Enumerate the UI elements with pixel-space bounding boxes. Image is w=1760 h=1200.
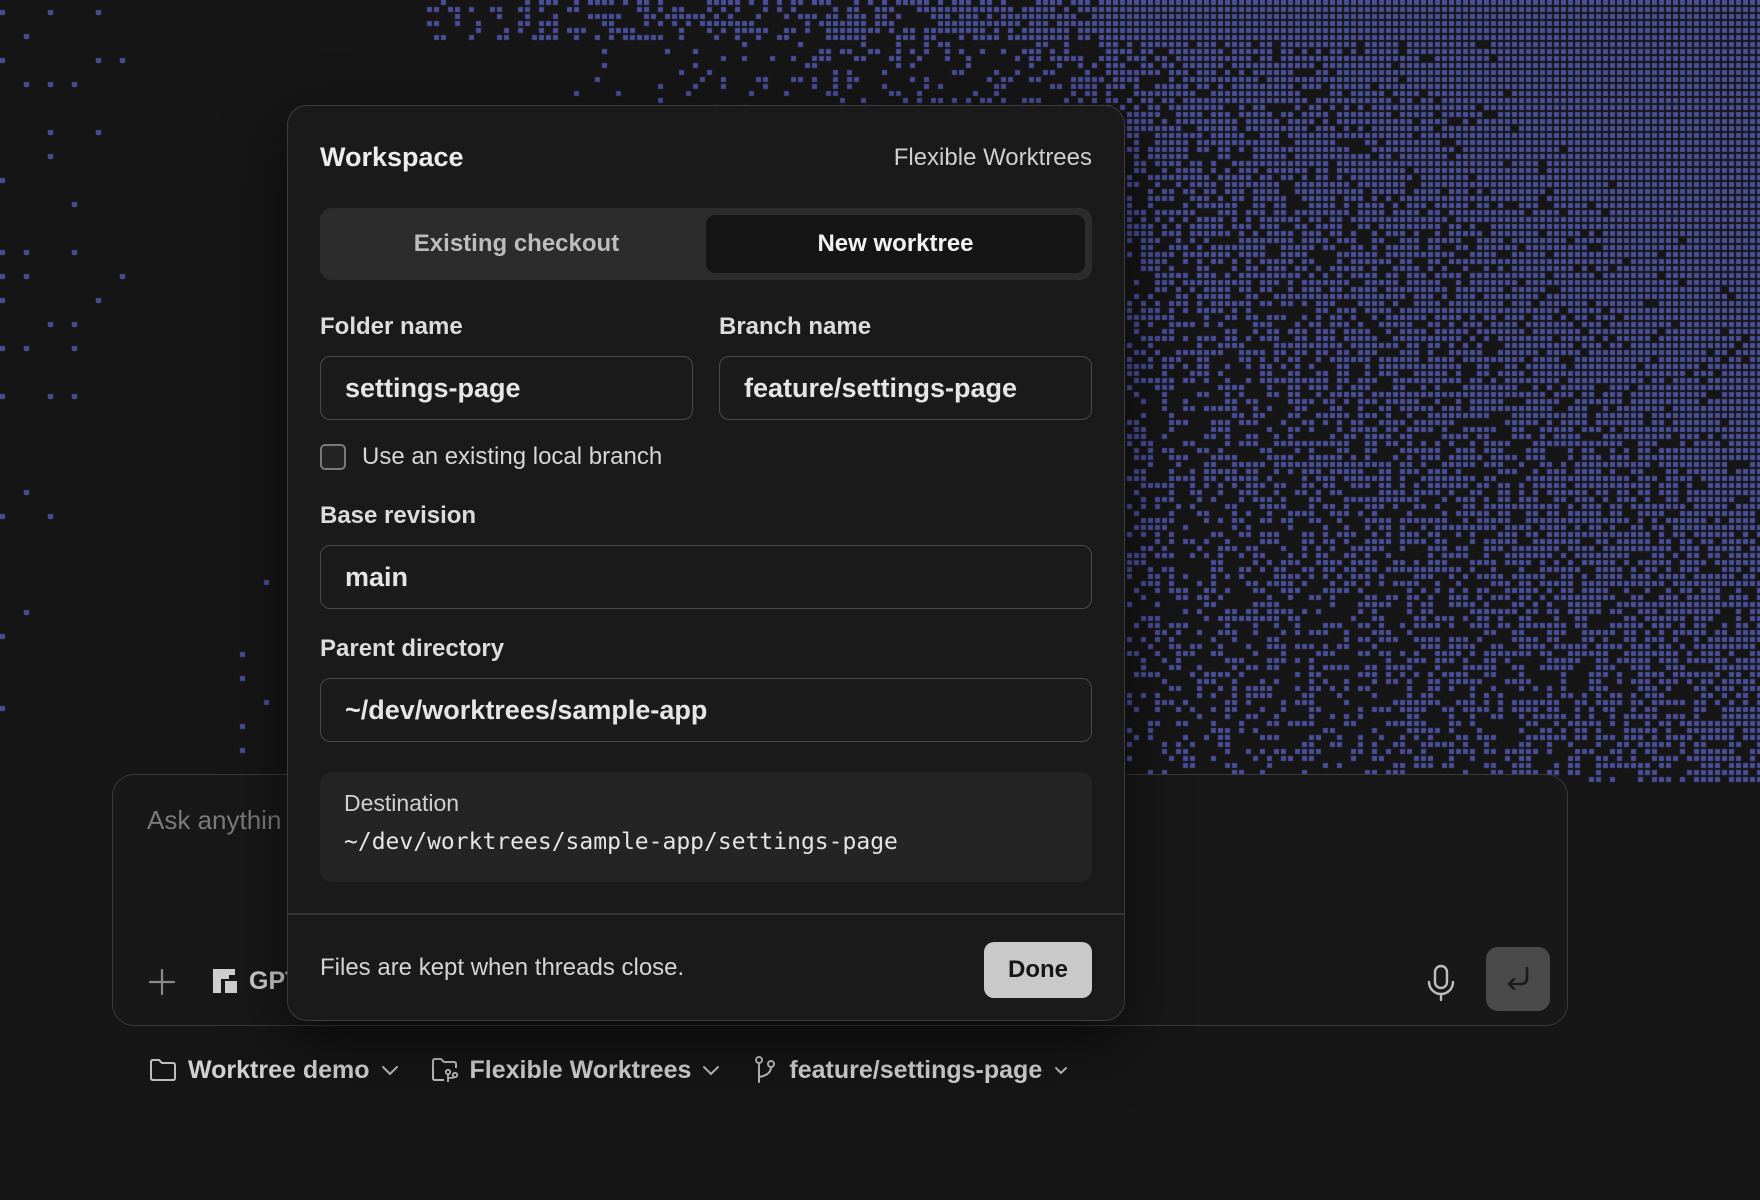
use-existing-branch-option[interactable]: Use an existing local branch — [320, 443, 662, 471]
microphone-icon[interactable] — [1423, 963, 1459, 1003]
context-bar: Worktree demo Flexible Worktrees feature… — [148, 1050, 1100, 1090]
tab-existing-checkout[interactable]: Existing checkout — [327, 215, 706, 273]
parent-directory-label: Parent directory — [320, 635, 505, 662]
branch-name-label: Branch name — [719, 313, 872, 340]
branch-selector[interactable]: feature/settings-page — [751, 1055, 1070, 1085]
tab-new-worktree[interactable]: New worktree — [706, 215, 1085, 273]
parent-directory-input[interactable] — [320, 678, 1092, 742]
branch-name-input[interactable] — [719, 356, 1092, 420]
workspace-popover: Workspace Flexible Worktrees Existing ch… — [287, 105, 1125, 1021]
folder-name-label: Folder name — [320, 313, 463, 340]
git-branch-icon — [755, 1056, 776, 1083]
workspace-selector[interactable]: Flexible Worktrees — [430, 1056, 722, 1085]
popover-title: Workspace — [320, 142, 464, 172]
composer-placeholder[interactable]: Ask anythin — [147, 805, 281, 836]
base-revision-label: Base revision — [320, 502, 477, 529]
destination-path: ~/dev/worktrees/sample-app/settings-page — [344, 829, 898, 855]
done-button[interactable]: Done — [984, 942, 1092, 998]
chevron-down-icon — [703, 1066, 720, 1076]
footnote: Files are kept when threads close. — [320, 954, 685, 981]
chevron-down-icon — [1055, 1067, 1068, 1075]
divider — [288, 913, 1124, 915]
project-label: Worktree demo — [188, 1055, 370, 1084]
send-arrow-icon — [1507, 966, 1529, 991]
use-existing-branch-label: Use an existing local branch — [362, 443, 663, 470]
base-revision-input[interactable] — [320, 545, 1092, 609]
workspace-label: Flexible Worktrees — [469, 1055, 692, 1084]
worktree-folder-icon — [431, 1058, 458, 1082]
destination-preview: Destination ~/dev/worktrees/sample-app/s… — [320, 772, 1092, 882]
send-button[interactable] — [1486, 947, 1550, 1011]
project-selector[interactable]: Worktree demo — [148, 1056, 400, 1085]
popover-context: Flexible Worktrees — [893, 144, 1092, 171]
folder-name-input[interactable] — [320, 356, 693, 420]
use-existing-branch-checkbox[interactable] — [320, 444, 346, 470]
model-logo-icon — [213, 969, 237, 993]
chevron-down-icon — [381, 1066, 398, 1076]
branch-label: feature/settings-page — [789, 1055, 1043, 1084]
destination-label: Destination — [344, 790, 460, 816]
workspace-mode-toggle: Existing checkout New worktree — [320, 208, 1092, 280]
folder-icon — [150, 1059, 176, 1081]
plus-icon[interactable] — [147, 967, 177, 997]
